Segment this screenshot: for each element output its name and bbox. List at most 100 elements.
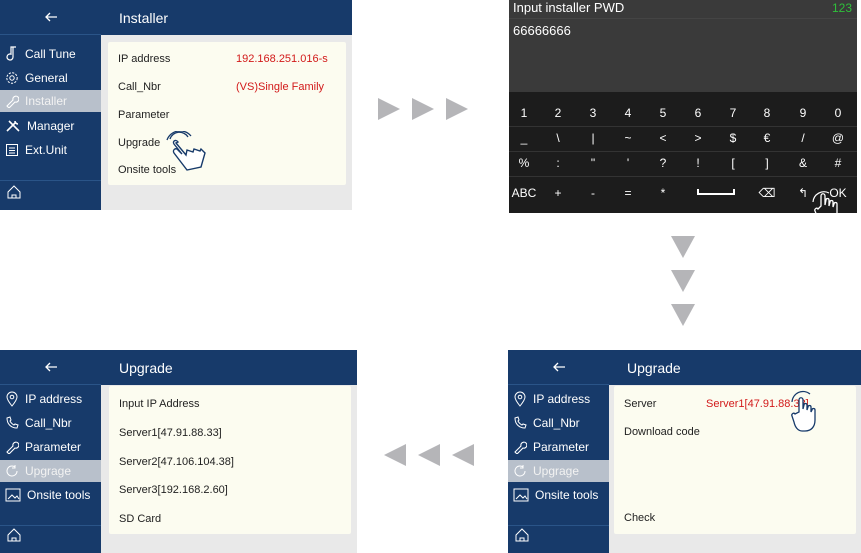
sidebar-item-ip-address[interactable]: IP address: [508, 388, 609, 410]
sidebar-divider: [0, 180, 101, 181]
key[interactable]: +: [543, 186, 573, 200]
key[interactable]: ABC: [509, 186, 539, 200]
sidebar-item-general[interactable]: General: [0, 67, 101, 89]
location-pin-icon: [6, 391, 18, 407]
space-key[interactable]: [683, 186, 748, 200]
flow-arrow-right-icon: [378, 98, 468, 120]
key[interactable]: #: [823, 156, 853, 170]
key[interactable]: 1: [509, 106, 539, 120]
row-server-3[interactable]: Server3[192.168.2.60]: [119, 484, 228, 496]
row-upgrade[interactable]: Upgrade: [118, 137, 160, 149]
key[interactable]: |: [578, 131, 608, 145]
key[interactable]: 8: [752, 106, 782, 120]
location-pin-icon: [514, 391, 526, 407]
refresh-icon: [514, 465, 526, 477]
home-button[interactable]: [6, 184, 22, 205]
sidebar-item-call-tune[interactable]: Call Tune: [0, 43, 101, 65]
key-row-divider: [509, 176, 857, 177]
key[interactable]: :: [543, 156, 573, 170]
key[interactable]: 4: [613, 106, 643, 120]
home-icon: [7, 185, 21, 199]
key[interactable]: -: [578, 186, 608, 200]
key[interactable]: 2: [543, 106, 573, 120]
key[interactable]: 9: [788, 106, 818, 120]
sidebar-item-label: General: [25, 71, 68, 85]
check-button[interactable]: Check: [624, 512, 655, 524]
row-server[interactable]: Server: [624, 398, 656, 410]
key[interactable]: ': [613, 156, 643, 170]
sidebar-item-installer[interactable]: Installer: [0, 90, 101, 112]
sidebar-item-label: Onsite tools: [27, 488, 91, 502]
keyboard-mode-indicator: 123: [831, 1, 852, 15]
back-button[interactable]: [508, 350, 609, 385]
sidebar-item-call-nbr[interactable]: Call_Nbr: [0, 412, 101, 434]
sidebar-item-call-nbr[interactable]: Call_Nbr: [508, 412, 609, 434]
phone-icon: [6, 416, 19, 429]
row-input-ip-address[interactable]: Input IP Address: [119, 398, 200, 410]
call-nbr-value: (VS)Single Family: [236, 81, 325, 93]
sidebar-item-label: Ext.Unit: [25, 143, 68, 157]
tap-hand-icon: [791, 390, 816, 432]
sidebar-item-label: IP address: [25, 392, 83, 406]
key[interactable]: €: [752, 131, 782, 145]
back-button[interactable]: [0, 350, 101, 385]
key[interactable]: !: [683, 156, 713, 170]
sidebar-item-label: Call Tune: [25, 47, 76, 61]
phone-icon: [514, 416, 527, 429]
sidebar-item-manager[interactable]: Manager: [0, 115, 101, 137]
content-panel: IP address 192.168.251.016-s Call_Nbr (V…: [108, 42, 346, 185]
tap-hand-icon: [812, 191, 838, 213]
key[interactable]: ]: [752, 156, 782, 170]
key[interactable]: [: [718, 156, 748, 170]
ip-address-value: 192.168.251.016-s: [236, 53, 328, 65]
picture-icon: [5, 488, 21, 502]
sidebar-item-parameter[interactable]: Parameter: [0, 436, 101, 458]
key[interactable]: $: [718, 131, 748, 145]
key[interactable]: =: [613, 186, 643, 200]
row-ip-address[interactable]: IP address: [118, 53, 170, 65]
key[interactable]: <: [648, 131, 678, 145]
key[interactable]: 5: [648, 106, 678, 120]
sidebar-item-ext-unit[interactable]: Ext.Unit: [0, 139, 101, 161]
sidebar-item-onsite-tools[interactable]: Onsite tools: [508, 484, 609, 506]
keyboard-title: Input installer PWD: [509, 0, 857, 18]
row-sd-card[interactable]: SD Card: [119, 513, 161, 525]
key[interactable]: &: [788, 156, 818, 170]
sidebar-item-label: Onsite tools: [535, 488, 599, 502]
key[interactable]: *: [648, 186, 678, 200]
key[interactable]: 3: [578, 106, 608, 120]
sidebar-item-upgrage[interactable]: Upgrage: [0, 460, 101, 482]
row-parameter[interactable]: Parameter: [118, 109, 169, 121]
row-call-nbr[interactable]: Call_Nbr: [118, 81, 161, 93]
sidebar-item-ip-address[interactable]: IP address: [0, 388, 101, 410]
key[interactable]: 0: [823, 106, 853, 120]
key[interactable]: \: [543, 131, 573, 145]
upgrade-server-list-screen: IP address Call_Nbr Parameter Upgrage On…: [0, 350, 357, 553]
key[interactable]: ⌫: [752, 186, 782, 200]
sidebar-item-label: IP address: [533, 392, 591, 406]
key[interactable]: ?: [648, 156, 678, 170]
back-button[interactable]: [0, 0, 101, 35]
key[interactable]: ~: [613, 131, 643, 145]
password-input[interactable]: 66666666: [509, 18, 857, 92]
key[interactable]: /: [788, 131, 818, 145]
key[interactable]: >: [683, 131, 713, 145]
key[interactable]: ": [578, 156, 608, 170]
sidebar-item-parameter[interactable]: Parameter: [508, 436, 609, 458]
key[interactable]: %: [509, 156, 539, 170]
row-download-code[interactable]: Download code: [624, 426, 700, 438]
row-server-1[interactable]: Server1[47.91.88.33]: [119, 427, 222, 439]
key[interactable]: _: [509, 131, 539, 145]
key-row-divider: [509, 151, 857, 152]
home-button[interactable]: [514, 527, 530, 548]
key[interactable]: 7: [718, 106, 748, 120]
home-button[interactable]: [6, 527, 22, 548]
row-server-2[interactable]: Server2[47.106.104.38]: [119, 456, 234, 468]
page-title: Installer: [101, 0, 352, 35]
key[interactable]: 6: [683, 106, 713, 120]
sidebar: IP address Call_Nbr Parameter Upgrage On…: [508, 350, 609, 553]
sidebar-item-upgrage[interactable]: Upgrage: [508, 460, 609, 482]
home-icon: [515, 528, 529, 542]
key[interactable]: @: [823, 131, 853, 145]
sidebar-item-onsite-tools[interactable]: Onsite tools: [0, 484, 101, 506]
